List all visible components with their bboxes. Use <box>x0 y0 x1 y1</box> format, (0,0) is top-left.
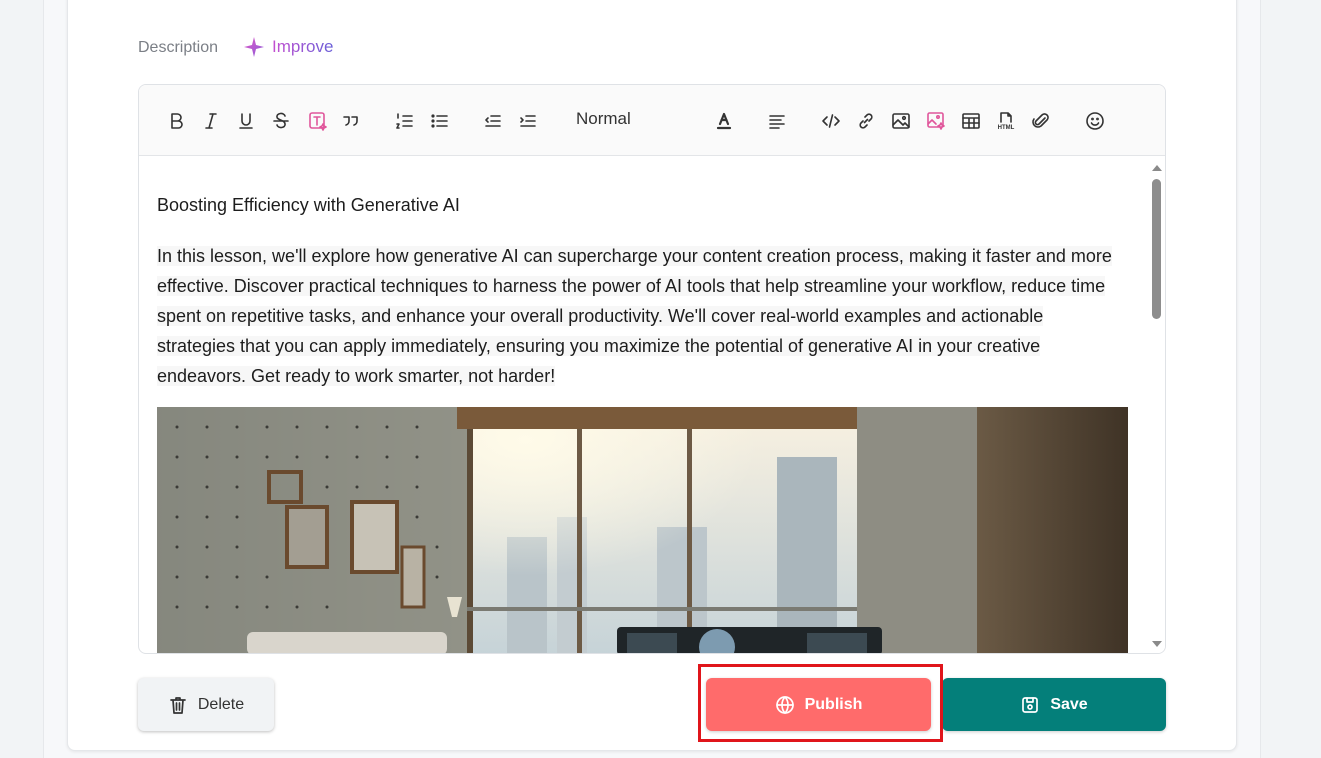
strikethrough-icon[interactable] <box>268 108 294 134</box>
svg-text:HTML: HTML <box>998 125 1015 131</box>
bullet-list-icon[interactable] <box>427 108 453 134</box>
image-icon[interactable] <box>888 108 914 134</box>
table-icon[interactable] <box>958 108 984 134</box>
editor-content[interactable]: Boosting Efficiency with Generative AI I… <box>139 157 1149 653</box>
underline-icon[interactable] <box>233 108 259 134</box>
content-paragraph: In this lesson, we'll explore how genera… <box>157 246 1112 386</box>
emoji-icon[interactable] <box>1082 108 1108 134</box>
code-icon[interactable] <box>818 108 844 134</box>
save-label: Save <box>1050 695 1088 713</box>
text-color-icon[interactable] <box>711 108 737 134</box>
blockquote-icon[interactable] <box>338 108 364 134</box>
rich-text-editor[interactable]: Normal HTML Boosting Efficiency with Gen… <box>138 84 1166 654</box>
indent-icon[interactable] <box>515 108 541 134</box>
scrollbar-thumb[interactable] <box>1152 179 1161 319</box>
ordered-list-icon[interactable] <box>392 108 418 134</box>
improve-label: Improve <box>272 37 334 56</box>
editor-scrollbar[interactable] <box>1148 157 1165 653</box>
italic-icon[interactable] <box>198 108 224 134</box>
ai-image-icon[interactable] <box>923 108 949 134</box>
description-label: Description <box>138 39 219 56</box>
delete-button[interactable]: Delete <box>138 678 274 731</box>
ai-text-icon[interactable] <box>305 108 331 134</box>
format-select[interactable]: Normal <box>576 109 631 129</box>
improve-button[interactable]: Improve <box>242 35 333 59</box>
save-icon <box>1022 696 1039 713</box>
html-icon[interactable]: HTML <box>993 108 1019 134</box>
link-icon[interactable] <box>853 108 879 134</box>
scroll-down-arrow-icon[interactable] <box>1152 641 1162 647</box>
outdent-icon[interactable] <box>480 108 506 134</box>
embedded-image[interactable] <box>157 407 1128 653</box>
scroll-up-arrow-icon[interactable] <box>1152 165 1162 171</box>
attachment-icon[interactable] <box>1028 108 1054 134</box>
publish-button[interactable]: Publish <box>706 678 931 731</box>
content-heading: Boosting Efficiency with Generative AI <box>157 195 460 215</box>
sparkle-icon <box>244 37 264 57</box>
delete-label: Delete <box>197 695 245 713</box>
trash-icon <box>170 696 186 714</box>
bold-icon[interactable] <box>163 108 189 134</box>
align-icon[interactable] <box>764 108 790 134</box>
editor-toolbar: Normal HTML <box>139 85 1165 156</box>
globe-icon <box>775 695 794 714</box>
save-button[interactable]: Save <box>942 678 1166 731</box>
publish-label: Publish <box>804 695 863 713</box>
